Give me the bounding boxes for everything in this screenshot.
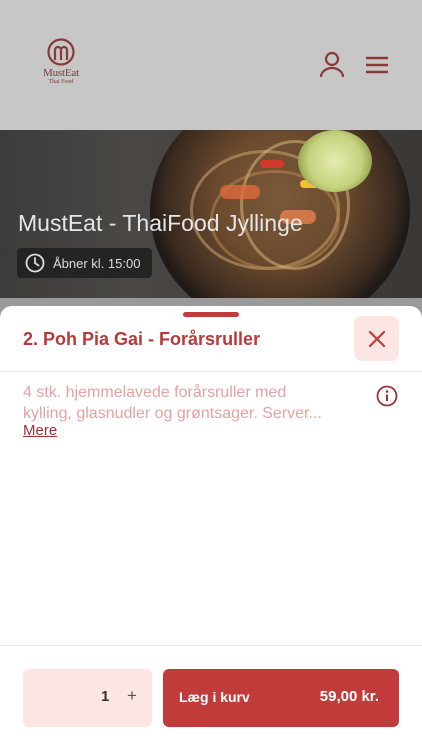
more-link[interactable]: Mere (23, 422, 57, 439)
clock-icon (25, 253, 45, 273)
restaurant-title: MustEat - ThaiFood Jyllinge (18, 210, 303, 236)
increase-quantity-button[interactable]: + (121, 683, 143, 709)
app-header: MustEat Thai Food (0, 0, 422, 130)
sheet-grabber[interactable] (183, 312, 239, 317)
add-to-cart-button[interactable]: Læg i kurv 59,00 kr. (163, 669, 399, 727)
lime-image (298, 130, 372, 192)
footer-divider (0, 645, 422, 646)
product-description: 4 stk. hjemmelavede forårsruller med kyl… (23, 382, 368, 424)
musteat-logo-icon (47, 38, 75, 66)
menu-icon[interactable] (364, 54, 390, 76)
opening-hours-text: Åbner kl. 15:00 (53, 255, 141, 271)
close-button[interactable] (354, 316, 399, 361)
product-sheet: 2. Poh Pia Gai - Forårsruller 4 stk. hje… (0, 306, 422, 750)
price-label: 59,00 kr. (319, 688, 379, 705)
info-icon[interactable] (376, 385, 398, 407)
description-line: 4 stk. hjemmelavede forårsruller med (23, 384, 287, 401)
description-line: kylling, glasnudler og grøntsager. Serve… (23, 405, 322, 422)
brand-subtitle: Thai Food (48, 79, 74, 85)
product-title: 2. Poh Pia Gai - Forårsruller (23, 329, 261, 349)
brand-name: MustEat (43, 67, 79, 79)
quantity-stepper: 1 + (23, 669, 152, 727)
quantity-value: 1 (101, 688, 110, 705)
title-divider (0, 371, 422, 372)
close-icon (368, 330, 385, 347)
user-icon[interactable] (318, 51, 346, 79)
restaurant-hero: MustEat - ThaiFood Jyllinge Åbner kl. 15… (0, 130, 422, 298)
add-to-cart-label: Læg i kurv (179, 689, 250, 705)
brand-logo[interactable]: MustEat Thai Food (38, 38, 84, 85)
opening-hours-badge: Åbner kl. 15:00 (17, 248, 153, 278)
